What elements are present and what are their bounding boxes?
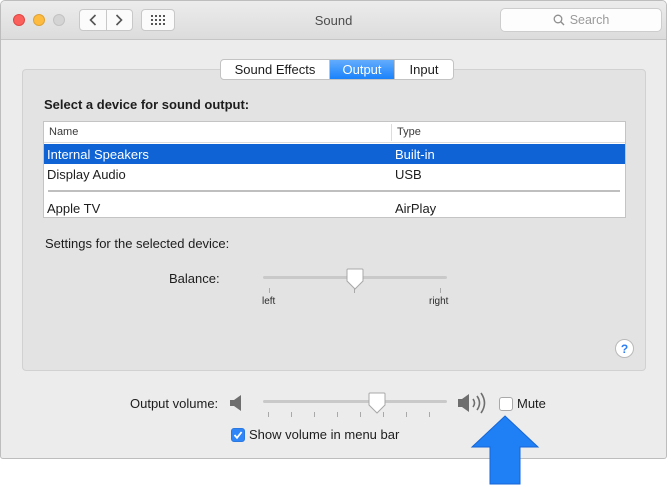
mute-checkbox[interactable] [499,397,513,411]
device-table: Name Type Internal Speakers Built-in Dis… [43,121,626,218]
volume-tick [360,412,361,417]
arrow-up-icon [470,415,540,485]
checkmark-icon [233,431,243,440]
settings-label: Settings for the selected device: [45,236,230,251]
volume-tick [406,412,407,417]
search-placeholder: Search [569,13,610,27]
row-divider [48,190,620,192]
search-field[interactable]: Search [500,8,662,32]
show-volume-label: Show volume in menu bar [249,427,400,442]
speaker-high-icon [458,392,486,414]
output-volume-slider[interactable] [263,400,447,403]
output-volume-label: Output volume: [130,396,219,411]
device-type: Built-in [395,147,435,162]
tab-sound-effects[interactable]: Sound Effects [221,60,329,79]
device-name: Display Audio [47,167,126,182]
volume-tick [291,412,292,417]
volume-tick [337,412,338,417]
output-volume-slider-thumb[interactable] [368,392,386,414]
preference-tabs: Sound Effects Output Input [220,59,454,80]
volume-tick [314,412,315,417]
balance-tick [269,288,270,293]
column-header-name[interactable]: Name [49,126,78,138]
tab-input[interactable]: Input [394,60,453,79]
device-name: Apple TV [47,201,101,216]
device-type: AirPlay [395,201,437,216]
table-row[interactable]: Display Audio USB [44,164,625,184]
balance-right-label: right [429,296,449,307]
device-type: USB [395,167,422,182]
titlebar: Sound Search [1,1,666,40]
balance-label: Balance: [169,271,220,286]
help-button[interactable]: ? [615,339,634,358]
volume-tick [268,412,269,417]
search-icon [553,14,565,26]
balance-tick [440,288,441,293]
column-header-type[interactable]: Type [397,126,421,138]
mute-label: Mute [517,396,546,411]
tab-output[interactable]: Output [329,60,394,79]
column-separator [391,124,392,141]
balance-left-label: left [262,296,276,307]
balance-slider-thumb[interactable] [346,268,364,290]
device-name: Internal Speakers [47,147,149,162]
device-heading: Select a device for sound output: [44,97,250,112]
table-header: Name Type [44,122,625,143]
sound-preferences-window: Sound Search Sound Effects Output Input … [0,0,667,459]
speaker-low-icon [230,395,241,411]
table-row[interactable]: Apple TV AirPlay [44,198,625,218]
volume-tick [429,412,430,417]
output-panel [22,69,646,371]
table-row[interactable]: Internal Speakers Built-in [44,144,625,164]
show-volume-checkbox[interactable] [231,428,245,442]
